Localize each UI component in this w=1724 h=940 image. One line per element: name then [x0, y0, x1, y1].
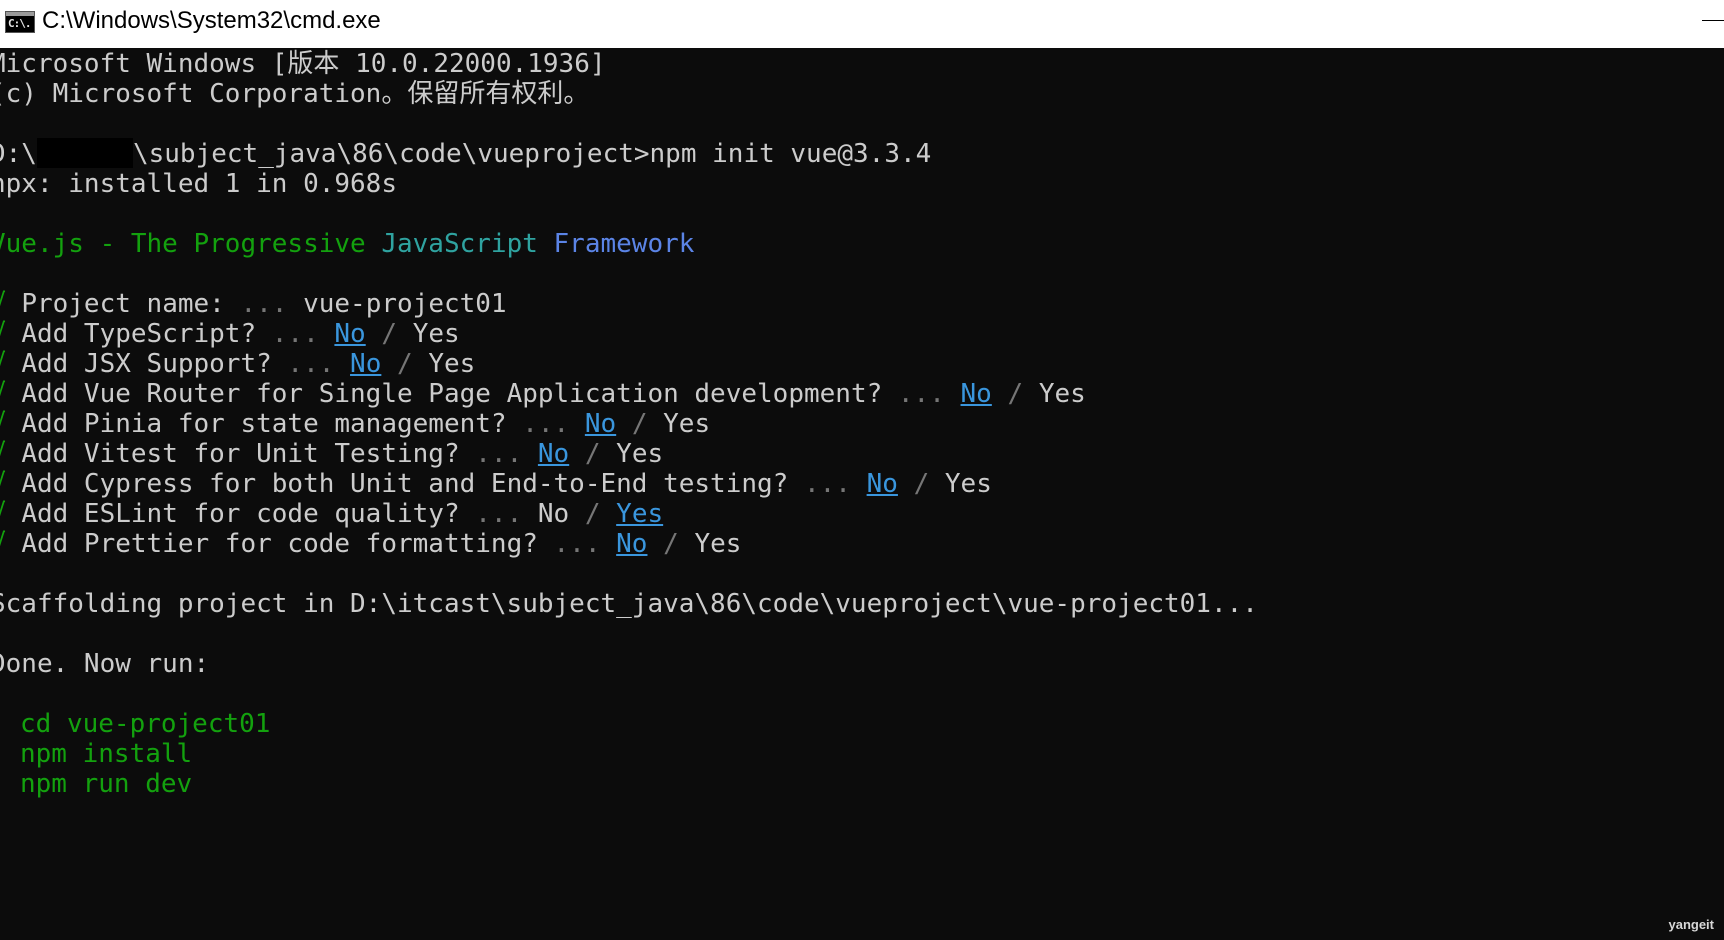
answer-no: No [584, 409, 617, 439]
prompt-answer-row: √ Add Vue Router for Single Page Applica… [0, 378, 1086, 411]
prompt-answer-row: √ Add TypeScript? ... No / Yes [0, 318, 460, 351]
answer-yes: Yes [428, 349, 476, 379]
answer-yes: Yes [944, 469, 992, 499]
title-bar[interactable]: C:\. C:\Windows\System32\cmd.exe [0, 0, 1724, 48]
ellipsis: ... [475, 439, 523, 469]
vue-title-line: Vue.js - The Progressive JavaScript Fram… [0, 228, 694, 261]
answer-yes: Yes [412, 319, 460, 349]
answer-separator: / [1007, 379, 1024, 409]
command-prompt-line: D:\ \subject_java\86\code\vueproject>npm … [0, 138, 931, 171]
prompt-answer-row: √ Add JSX Support? ... No / Yes [0, 348, 475, 381]
scaffolding-line: Scaffolding project in D:\itcast\subject… [0, 589, 1258, 619]
answer-no: No [537, 439, 570, 469]
question-text: Add Vitest for Unit Testing? [21, 439, 460, 469]
cmd-window: C:\. C:\Windows\System32\cmd.exe Microso… [0, 0, 1724, 940]
question-text: Add TypeScript? [21, 319, 257, 349]
answer-separator: / [381, 319, 398, 349]
answer-no: No [334, 319, 366, 349]
answer-yes: Yes [616, 439, 664, 469]
answer-separator: / [663, 529, 679, 559]
ellipsis: ... [240, 289, 288, 319]
npx-status-line: npx: installed 1 in 0.968s [0, 169, 397, 199]
answer-no: No [537, 499, 570, 529]
vue-title-part-1: Vue.js - The Progressive [0, 229, 366, 259]
question-text: Add Vue Router for Single Page Applicati… [21, 379, 883, 409]
window-title: C:\Windows\System32\cmd.exe [42, 7, 381, 34]
question-text: Add JSX Support? [21, 349, 272, 379]
answer-yes: Yes [616, 499, 664, 529]
ellipsis: ... [553, 529, 601, 559]
vue-title-part-2: JavaScript [365, 229, 538, 259]
project-name-value: vue-project01 [303, 289, 507, 319]
vue-title-part-3: Framework [537, 229, 695, 259]
ellipsis: ... [287, 349, 335, 379]
redacted-block [36, 138, 133, 168]
command-npm-run-dev: npm run dev [20, 769, 193, 799]
prompt-path-and-command: \subject_java\86\code\vueproject>npm ini… [132, 139, 932, 169]
question-text: Add Cypress for both Unit and End-to-End… [21, 469, 789, 499]
question-text: Add Pinia for state management? [21, 409, 507, 439]
cmd-icon-glyph: C:\. [8, 17, 31, 30]
project-name-label: Project name: [21, 289, 225, 319]
prompt-drive: D:\ [0, 139, 37, 169]
command-cd: cd vue-project01 [20, 709, 271, 739]
ellipsis: ... [522, 409, 570, 439]
answer-no: No [350, 349, 382, 379]
answer-separator: / [584, 499, 601, 529]
console-output[interactable]: Microsoft Windows [版本 10.0.22000.1936] (… [0, 48, 1724, 940]
watermark: yangeit [1668, 917, 1714, 932]
answer-yes: Yes [694, 529, 742, 559]
answer-separator: / [397, 349, 413, 379]
answer-separator: / [631, 409, 648, 439]
ellipsis: ... [897, 379, 945, 409]
banner-line-1: Microsoft Windows [版本 10.0.22000.1936] [0, 49, 606, 79]
answer-separator: / [913, 469, 930, 499]
project-name-line: √ Project name: ... vue-project01 [0, 288, 507, 321]
command-npm-install: npm install [20, 739, 193, 769]
banner-line-2: (c) Microsoft Corporation。保留所有权利。 [0, 79, 590, 109]
answer-separator: / [584, 439, 601, 469]
question-text: Add ESLint for code quality? [21, 499, 460, 529]
prompt-answer-row: √ Add Vitest for Unit Testing? ... No / … [0, 438, 663, 471]
ellipsis: ... [475, 499, 523, 529]
question-text: Add Prettier for code formatting? [21, 529, 538, 559]
answer-yes: Yes [663, 409, 711, 439]
prompt-answer-row: √ Add Pinia for state management? ... No… [0, 408, 710, 441]
prompt-answer-row: √ Add ESLint for code quality? ... No / … [0, 498, 663, 531]
answer-no: No [616, 529, 648, 559]
cmd-icon[interactable]: C:\. [5, 11, 35, 33]
done-line: Done. Now run: [0, 649, 210, 679]
prompt-answer-row: √ Add Prettier for code formatting? ... … [0, 528, 741, 561]
answer-yes: Yes [1038, 379, 1086, 409]
answer-no: No [866, 469, 898, 499]
minimize-button[interactable] [1682, 0, 1724, 40]
ellipsis: ... [803, 469, 851, 499]
ellipsis: ... [271, 319, 319, 349]
prompt-answer-row: √ Add Cypress for both Unit and End-to-E… [0, 468, 992, 501]
answer-no: No [960, 379, 992, 409]
